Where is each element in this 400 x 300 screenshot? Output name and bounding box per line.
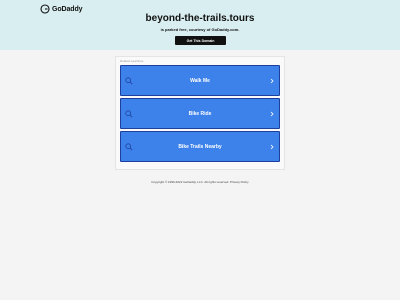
chevron-right-icon	[270, 111, 274, 117]
related-searches-panel: Related searches Walk Me Bike Ride Bike …	[115, 56, 285, 170]
domain-title: beyond-the-trails.tours	[145, 13, 255, 24]
related-searches-label: Related searches	[120, 59, 144, 63]
privacy-policy-link[interactable]: Privacy Policy	[230, 180, 249, 184]
chevron-right-icon	[270, 78, 274, 84]
search-icon	[125, 143, 133, 151]
copyright-text: Copyright © 1999-2022 GoDaddy, LLC. All …	[151, 180, 230, 184]
get-this-domain-button[interactable]: Get This Domain	[175, 36, 226, 45]
related-search-walk-me[interactable]: Walk Me	[120, 65, 280, 96]
chevron-right-icon	[270, 144, 274, 150]
footer: Copyright © 1999-2022 GoDaddy, LLC. All …	[0, 180, 400, 184]
related-search-bike-trails-nearby[interactable]: Bike Trails Nearby	[120, 131, 280, 162]
related-search-label: Bike Trails Nearby	[178, 143, 222, 150]
search-icon	[125, 110, 133, 118]
related-search-label: Bike Ride	[188, 110, 212, 117]
search-icon	[125, 77, 133, 85]
related-search-bike-ride[interactable]: Bike Ride	[120, 98, 280, 129]
logo-text: GoDaddy	[52, 5, 83, 13]
parked-message: is parked free, courtesy of GoDaddy.com.	[160, 27, 240, 32]
header-banner: GoDaddy beyond-the-trails.tours is parke…	[0, 0, 400, 50]
related-search-label: Walk Me	[190, 77, 210, 84]
